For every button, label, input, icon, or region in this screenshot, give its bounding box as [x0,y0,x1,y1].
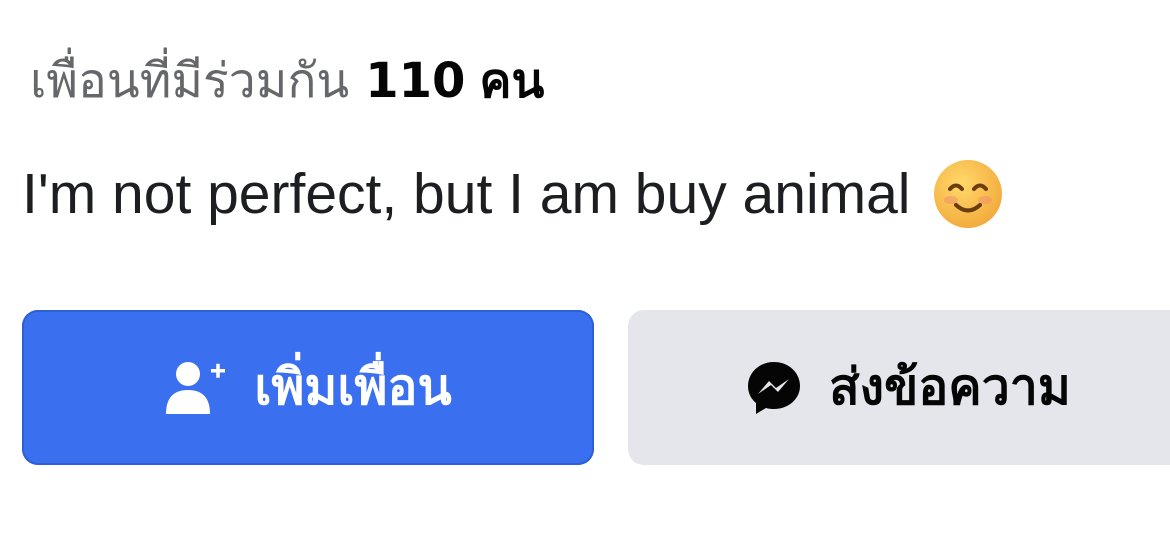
mutual-friends-unit: คน [479,53,545,109]
message-button[interactable]: ส่งข้อความ [628,310,1170,465]
messenger-icon [745,359,803,417]
mutual-friends-count: 110 [365,53,466,109]
message-label: ส่งข้อความ [829,358,1071,416]
add-friend-label: เพิ่มเพื่อน [254,358,452,416]
mutual-friends-label: เพื่อนที่มีร่วมกัน [30,53,350,109]
mutual-friends-row[interactable]: เพื่อนที่มีร่วมกัน 110 คน [30,46,544,116]
bio-text: I'm not perfect, but I am buy animal [22,162,911,226]
add-friend-icon [164,360,228,416]
add-friend-button[interactable]: เพิ่มเพื่อน [22,310,594,465]
smiling-face-emoji-icon [934,160,1003,228]
profile-bio: I'm not perfect, but I am buy animal [22,154,1004,234]
